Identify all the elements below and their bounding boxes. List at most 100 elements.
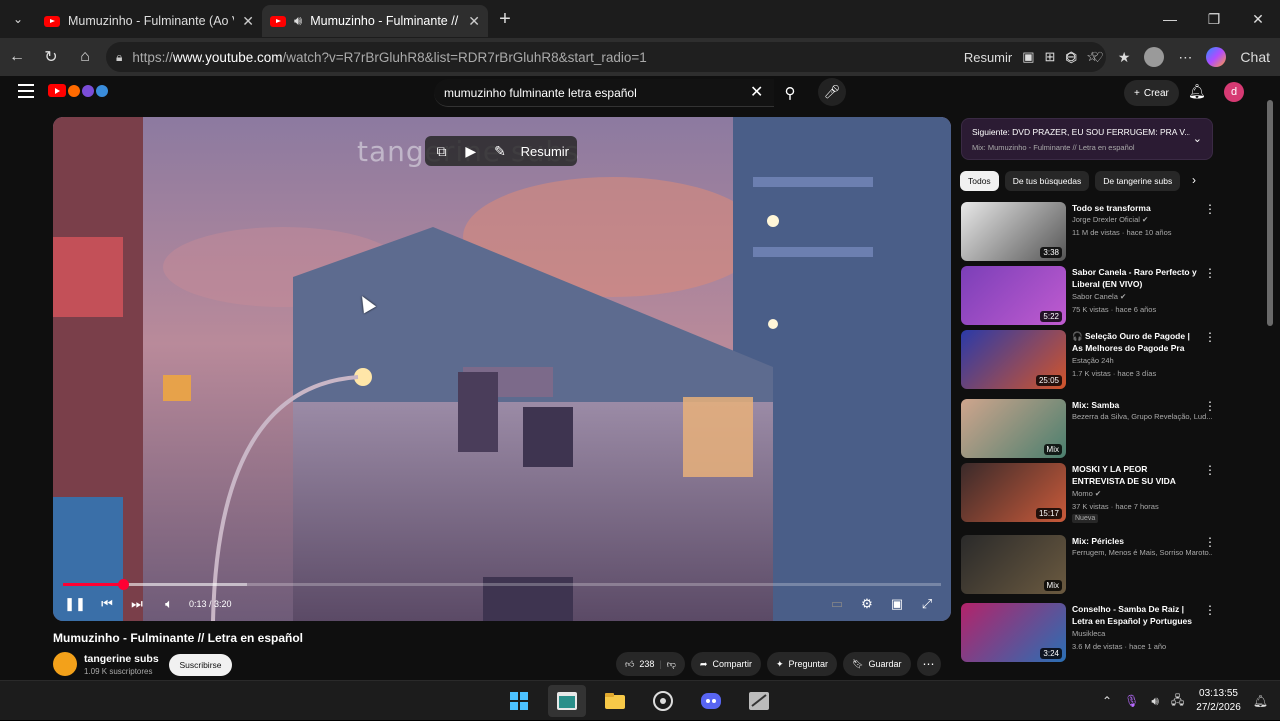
tab-close-icon[interactable]: ✕ (468, 13, 480, 30)
recommendation-title[interactable]: Todo se transforma (1072, 202, 1200, 214)
tab-close-icon[interactable]: ✕ (242, 13, 254, 30)
start-windows-icon[interactable] (500, 685, 538, 717)
progress-bar[interactable] (63, 579, 941, 590)
recommendation-title[interactable]: Mix: Samba (1072, 399, 1200, 411)
kebab-menu-icon[interactable]: ⋮ (1204, 399, 1216, 413)
chip-todos[interactable]: Todos (960, 171, 999, 191)
page-scrollbar[interactable] (1266, 96, 1274, 680)
address-bar[interactable]: 🔒︎ https://www.youtube.com/watch?v=R7rBr… (106, 42, 1106, 72)
recommendation-item[interactable]: 3:24 Conselho - Samba De Raiz | Letra en … (961, 603, 1261, 663)
back-icon[interactable]: ← (0, 40, 34, 74)
recommendation-title[interactable]: 🎧 Seleção Ouro de Pagode | As Melhores d… (1072, 330, 1200, 355)
kebab-menu-icon[interactable]: ⋮ (1204, 463, 1216, 477)
tab-mumuzinho-live[interactable]: Mumuzinho - Fulminante (Ao Viv ✕ (36, 5, 262, 37)
like-button[interactable]: 👍︎ 238 | 👎︎ (616, 652, 685, 676)
notifications-bell-icon[interactable]: 🔔︎ (1188, 83, 1206, 100)
recommendation-item[interactable]: Mix Mix: Péricles Ferrugem, Menos é Mais, … (961, 535, 1261, 595)
overlay-resumir-button[interactable]: Resumir (521, 144, 569, 159)
discord-icon[interactable] (692, 685, 730, 717)
video-thumbnail[interactable]: Mix (961, 399, 1066, 458)
network-icon[interactable]: 🖧 (1171, 691, 1184, 712)
extensions-icon[interactable]: ⬡ (1065, 49, 1077, 66)
volume-icon[interactable]: 🔈︎ (161, 596, 177, 612)
tab-search-chevron-icon[interactable]: ⌄ (0, 0, 36, 38)
close-window-icon[interactable]: ✕ (1236, 0, 1280, 38)
recommendation-title[interactable]: MOSKI Y LA PEOR ENTREVISTA DE SU VIDA (1072, 463, 1200, 487)
recommendation-title[interactable]: Mix: Péricles (1072, 535, 1200, 547)
copilot-icon[interactable] (1206, 47, 1227, 67)
scrollbar-thumb[interactable] (1267, 100, 1273, 326)
audio-playing-icon[interactable]: 🔊︎ (294, 13, 302, 29)
next-icon[interactable]: ⏭︎ (129, 596, 145, 612)
share-button[interactable]: ➦ Compartir (690, 652, 761, 676)
edge-browser-taskbar-icon[interactable] (548, 685, 586, 717)
snipping-tool-icon[interactable] (740, 685, 778, 717)
more-menu-icon[interactable]: ⋯ (1178, 49, 1192, 66)
video-player[interactable]: tangerine subs ⧉ ▶ ✎ Resumir ❚❚ ⏮︎ ⏭︎ 🔈︎… (53, 117, 951, 621)
recommendation-item[interactable]: 3:38 Todo se transforma Jorge Drexler Ofic… (961, 202, 1261, 262)
subscribe-button[interactable]: Suscribirse (169, 654, 232, 676)
video-thumbnail[interactable]: 3:38 (961, 202, 1066, 261)
chat-button[interactable]: Chat (1240, 49, 1270, 65)
chrome-like-browser-icon[interactable] (644, 685, 682, 717)
chevron-down-icon[interactable]: ⌄ (1193, 132, 1202, 145)
pause-icon[interactable]: ❚❚ (64, 596, 86, 612)
channel-name[interactable]: tangerine subs (84, 653, 159, 665)
recommendation-item[interactable]: 5:22 Sabor Canela - Raro Perfecto y Liber… (961, 266, 1261, 326)
picture-in-picture-icon[interactable]: ⧉ (433, 143, 450, 160)
video-thumbnail[interactable]: 3:24 (961, 603, 1066, 662)
kebab-menu-icon[interactable]: ⋮ (1204, 603, 1216, 617)
browser-essentials-icon[interactable]: ♡ (1091, 49, 1104, 66)
tab-mumuzinho-lyrics[interactable]: 🔊︎ Mumuzinho - Fulminante // L ✕ (262, 5, 488, 37)
theater-mode-icon[interactable]: ▣ (887, 596, 907, 612)
captions-icon[interactable]: ▭ (827, 596, 847, 612)
more-actions-icon[interactable]: ⋯ (916, 652, 941, 676)
chip-de-tangerine-subs[interactable]: De tangerine subs (1095, 171, 1181, 191)
kebab-menu-icon[interactable]: ⋮ (1204, 202, 1216, 216)
previous-icon[interactable]: ⏮︎ (99, 596, 115, 612)
visual-search-icon[interactable]: ▶ (462, 143, 479, 160)
tray-overflow-chevron-icon[interactable]: ⌃ (1102, 694, 1112, 708)
speaker-volume-icon[interactable]: 🔊︎ (1151, 694, 1159, 709)
apps-icon[interactable]: ⊞ (1045, 49, 1056, 65)
recommendation-item[interactable]: 15:17 MOSKI Y LA PEOR ENTREVISTA DE SU VI… (961, 463, 1261, 523)
video-thumbnail[interactable]: 25:05 (961, 330, 1066, 389)
kebab-menu-icon[interactable]: ⋮ (1204, 535, 1216, 549)
profile-avatar[interactable] (1144, 47, 1165, 67)
video-thumbnail[interactable]: Mix (961, 535, 1066, 594)
chevron-right-icon[interactable]: › (1192, 173, 1196, 187)
reload-icon[interactable]: ↻ (34, 40, 68, 74)
youtube-logo[interactable] (48, 84, 108, 97)
recommendation-item[interactable]: Mix Mix: Samba Bezerra da Silva, Grupo Rev… (961, 399, 1261, 459)
search-input[interactable]: mumuzinho fulminante letra español (434, 79, 774, 107)
thumbs-down-icon[interactable]: 👎︎ (667, 659, 676, 670)
favorites-icon[interactable]: ★ (1118, 49, 1131, 66)
site-info-icon[interactable]: 🔒︎ (116, 50, 122, 65)
recommendation-title[interactable]: Sabor Canela - Raro Perfecto y Liberal (… (1072, 266, 1200, 290)
summarize-icon[interactable]: ▣ (1022, 49, 1034, 65)
video-thumbnail[interactable]: 15:17 (961, 463, 1066, 522)
summarize-icon[interactable]: ✎ (491, 143, 508, 160)
microphone-icon[interactable]: 🎤︎ (818, 78, 846, 106)
video-thumbnail[interactable]: 5:22 (961, 266, 1066, 325)
home-icon[interactable]: ⌂ (68, 40, 102, 74)
create-button[interactable]: + Crear (1124, 80, 1179, 106)
chip-de-tus-busquedas[interactable]: De tus búsquedas (1004, 171, 1090, 191)
resumir-button[interactable]: Resumir (964, 50, 1012, 65)
save-button[interactable]: 🔖︎ Guardar (843, 652, 911, 676)
kebab-menu-icon[interactable]: ⋮ (1204, 330, 1216, 344)
recommendation-item[interactable]: 25:05 🎧 Seleção Ouro de Pagode | As Melho… (961, 330, 1261, 390)
search-icon[interactable]: ⚲ (774, 79, 806, 107)
clock[interactable]: 03:13:55 27/2/2026 (1196, 687, 1241, 715)
ask-button[interactable]: ✦ Preguntar (766, 652, 838, 676)
settings-gear-icon[interactable]: ⚙ (857, 596, 877, 612)
hamburger-menu-icon[interactable] (18, 84, 34, 98)
notifications-icon[interactable]: 🔔︎ (1253, 694, 1268, 708)
clear-search-icon[interactable]: ✕ (750, 82, 763, 102)
account-avatar[interactable]: d (1224, 82, 1244, 102)
new-tab-button[interactable]: + (488, 2, 522, 36)
channel-avatar[interactable] (53, 652, 77, 676)
up-next-panel[interactable]: Siguiente: DVD PRAZER, EU SOU FERRUGEM: … (961, 118, 1213, 160)
kebab-menu-icon[interactable]: ⋮ (1204, 266, 1216, 280)
recommendation-title[interactable]: Conselho - Samba De Raiz | Letra en Espa… (1072, 603, 1200, 627)
